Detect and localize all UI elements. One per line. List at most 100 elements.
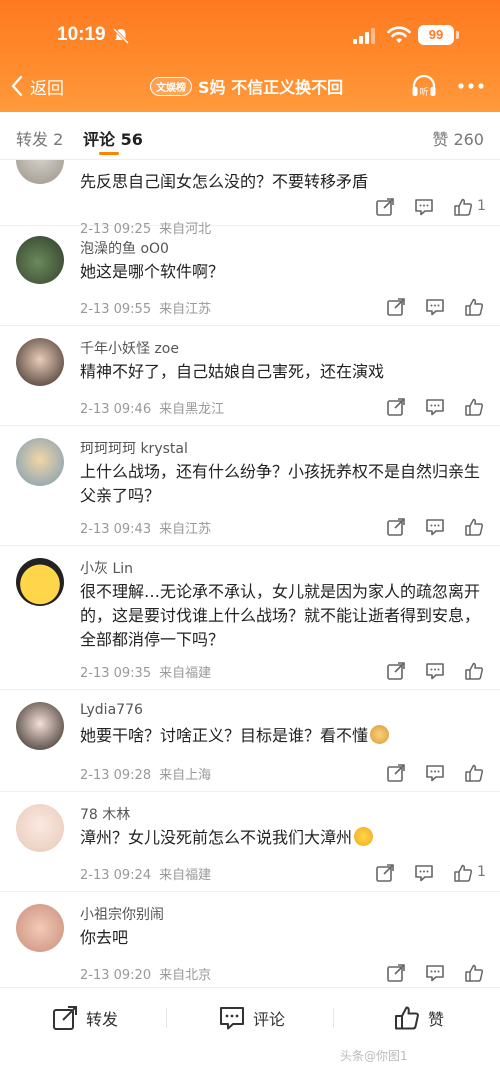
- share-icon: [53, 1006, 77, 1030]
- thumb-up-icon[interactable]: [453, 863, 473, 883]
- tab-comment[interactable]: 评论 56: [83, 126, 143, 150]
- share-icon[interactable]: [375, 863, 395, 883]
- comment-location: 来自黑龙江: [159, 402, 225, 417]
- comment-text: 上什么战场，还有什么纷争？小孩抚养权不是自然归亲生父亲了吗？: [80, 462, 481, 505]
- reply-icon[interactable]: [425, 963, 445, 983]
- watermark: 头条@你图1: [340, 1049, 408, 1063]
- comment-time: 2-13 09:46: [80, 402, 152, 417]
- comment-time: 2-13 09:55: [80, 302, 152, 317]
- thumb-up-icon[interactable]: [464, 297, 484, 317]
- reply-icon[interactable]: [425, 763, 445, 783]
- signal-icon: [353, 28, 375, 44]
- avatar[interactable]: [16, 236, 64, 284]
- bottom-action-bar: 转发 评论 赞: [0, 987, 500, 1065]
- wifi-icon: [387, 26, 411, 43]
- comment-text: 漳州？女儿没死前怎么不说我们大漳州: [80, 828, 353, 847]
- status-time: 10:19: [57, 24, 106, 45]
- thumb-up-icon[interactable]: [464, 661, 484, 681]
- avatar[interactable]: [16, 558, 64, 606]
- comment-meta: 2-13 09:55 来自江苏: [80, 298, 211, 317]
- commenter-name[interactable]: 千年小妖怪 zoe: [80, 338, 179, 358]
- like-count: 1: [477, 864, 486, 880]
- comment-text-wrap: 漳州？女儿没死前怎么不说我们大漳州: [80, 826, 485, 850]
- battery-nub: [456, 31, 459, 39]
- topic-title-text: S妈 不信正义换不回: [198, 78, 344, 97]
- comment-text: 你去吧: [80, 928, 129, 947]
- reply-icon[interactable]: [425, 297, 445, 317]
- topic-title[interactable]: 文娱榜 S妈 不信正义换不回: [150, 74, 343, 98]
- like-button[interactable]: 赞: [394, 1004, 444, 1032]
- avatar[interactable]: [16, 904, 64, 952]
- avatar[interactable]: [16, 338, 64, 386]
- active-tab-indicator: [99, 152, 119, 155]
- reply-icon[interactable]: [425, 517, 445, 537]
- share-icon[interactable]: [386, 963, 406, 983]
- top-header: 10:19 99 返回 文娱榜 S妈 不信正义换不回 听: [0, 0, 500, 112]
- share-icon[interactable]: [386, 763, 406, 783]
- comment-meta: 2-13 09:28 来自上海: [80, 764, 211, 783]
- bell-muted-icon: [112, 27, 130, 45]
- reply-icon[interactable]: [425, 661, 445, 681]
- thumb-up-icon: [395, 1006, 419, 1030]
- thumb-up-icon[interactable]: [453, 197, 473, 217]
- share-icon[interactable]: [375, 197, 395, 217]
- chevron-left-icon: [11, 75, 23, 97]
- comment-text: 先反思自己闺女怎么没的？不要转移矛盾: [80, 172, 369, 191]
- comment-time: 2-13 09:43: [80, 522, 152, 537]
- dog-emoji-icon: [370, 725, 390, 744]
- thumb-up-icon[interactable]: [464, 397, 484, 417]
- comment-icon: [220, 1007, 244, 1030]
- comment-text-wrap: 她要干啥？讨啥正义？目标是谁？看不懂: [80, 724, 485, 748]
- comment-button[interactable]: 评论: [219, 1004, 285, 1032]
- crying-laugh-emoji-icon: [354, 827, 374, 846]
- comment-time: 2-13 09:35: [80, 666, 152, 681]
- share-icon[interactable]: [386, 397, 406, 417]
- commenter-name[interactable]: 小灰 Lin: [80, 558, 133, 578]
- commenter-name[interactable]: 珂珂珂珂 krystal: [80, 438, 188, 458]
- share-icon[interactable]: [386, 297, 406, 317]
- reply-icon[interactable]: [414, 197, 434, 217]
- more-icon[interactable]: [458, 82, 484, 90]
- tab-bar: 转发 2 评论 56 赞 260: [0, 112, 500, 160]
- comment-time: 2-13 09:20: [80, 968, 152, 983]
- commenter-name[interactable]: Lydia776: [80, 702, 143, 718]
- comment-location: 来自福建: [159, 868, 212, 883]
- back-label: 返回: [30, 78, 64, 99]
- comment-meta: 2-13 09:35 来自福建: [80, 662, 211, 681]
- commenter-name[interactable]: 78 木林: [80, 804, 130, 824]
- thumb-up-icon[interactable]: [464, 517, 484, 537]
- comment-location: 来自福建: [159, 666, 212, 681]
- like-count: 1: [477, 198, 486, 214]
- share-icon[interactable]: [386, 517, 406, 537]
- tab-like[interactable]: 赞 260: [432, 126, 484, 150]
- commenter-name[interactable]: 泡澡的鱼 oO0: [80, 238, 169, 258]
- thumb-up-icon[interactable]: [464, 763, 484, 783]
- avatar[interactable]: [16, 438, 64, 486]
- topic-badge: 文娱榜: [150, 76, 192, 96]
- comment-time: 2-13 09:28: [80, 768, 152, 783]
- comment-location: 来自江苏: [159, 302, 212, 317]
- comment-label: 评论: [253, 1010, 286, 1029]
- comment-meta: 2-13 09:46 来自黑龙江: [80, 398, 224, 417]
- tab-repost[interactable]: 转发 2: [16, 126, 63, 150]
- comment-location: 来自江苏: [159, 522, 212, 537]
- thumb-up-icon[interactable]: [464, 963, 484, 983]
- avatar[interactable]: [16, 804, 64, 852]
- repost-button[interactable]: 转发: [52, 1004, 118, 1032]
- reply-icon[interactable]: [414, 863, 434, 883]
- commenter-name[interactable]: 小祖宗你别闹: [80, 904, 164, 924]
- comment-time: 2-13 09:24: [80, 868, 152, 883]
- headphones-icon[interactable]: 听: [410, 72, 438, 100]
- reply-icon[interactable]: [425, 397, 445, 417]
- avatar[interactable]: [16, 702, 64, 750]
- comment-list[interactable]: 先反思自己闺女怎么没的？不要转移矛盾 2-13 09:25 来自河北 泡澡的鱼 o…: [0, 160, 500, 987]
- comment-location: 来自北京: [159, 968, 212, 983]
- battery-indicator: 99: [418, 25, 454, 45]
- back-button[interactable]: 返回: [10, 72, 64, 100]
- avatar[interactable]: [16, 160, 64, 184]
- like-label: 赞: [428, 1010, 445, 1029]
- comment-meta: 2-13 09:24 来自福建: [80, 864, 211, 883]
- divider: [166, 1008, 167, 1028]
- listen-label: 听: [419, 87, 428, 98]
- share-icon[interactable]: [386, 661, 406, 681]
